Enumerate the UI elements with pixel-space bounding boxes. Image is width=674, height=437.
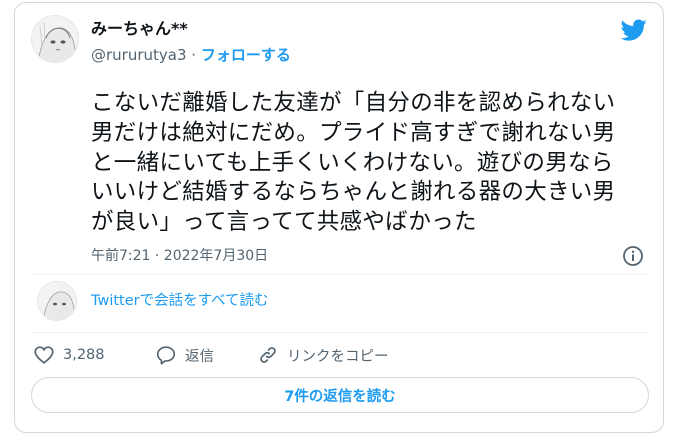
twitter-bird-icon[interactable] [619,17,649,43]
follow-button[interactable]: フォローする [201,46,291,64]
copy-link-button[interactable]: リンクをコピー [257,343,389,367]
divider [31,274,647,275]
heart-icon [34,346,54,364]
thread-avatar [37,281,77,321]
tweet-text-line: 男だけは絶対にだめ。プライド高すぎで謝れない男 [91,119,616,146]
read-replies-button[interactable]: 7件の返信を読む [31,377,649,413]
info-icon[interactable] [621,244,645,268]
reply-icon [156,346,176,365]
author-handle[interactable]: @rururutya3 [91,46,187,64]
tweet-text: こないだ離婚した友達が「自分の非を認められない 男だけは絶対にだめ。プライド高す… [91,89,651,238]
tweet-card: みーちゃん** @rururutya3 · フォローする こないだ離婚した友達が… [14,2,664,433]
copy-link-label: リンクをコピー [287,348,389,365]
tweet-text-line: こないだ離婚した友達が「自分の非を認められない [91,90,616,116]
author-avatar[interactable] [31,15,79,63]
tweet-text-line: と一緒にいても上手くいくわけない。遊びの男なら [91,149,614,176]
link-icon [260,347,276,363]
author-handle-row: @rururutya3 · フォローする [91,45,291,65]
like-button[interactable]: 3,288 [33,343,105,367]
reply-button[interactable]: 返信 [155,343,214,367]
read-conversation-link[interactable]: Twitterで会話をすべて読む [91,291,269,311]
divider [31,332,647,333]
handle-separator: · [191,46,197,64]
like-count: 3,288 [63,347,105,363]
tweet-timestamp[interactable]: 午前7:21 · 2022年7月30日 [91,246,268,266]
reply-label: 返信 [185,348,214,365]
author-display-name[interactable]: みーちゃん** [91,19,188,39]
tweet-text-line: いいけど結婚するならちゃんと謝れる器の大きい男 [91,179,616,206]
tweet-text-line: が良い」って言ってて共感やばかった [91,209,477,236]
